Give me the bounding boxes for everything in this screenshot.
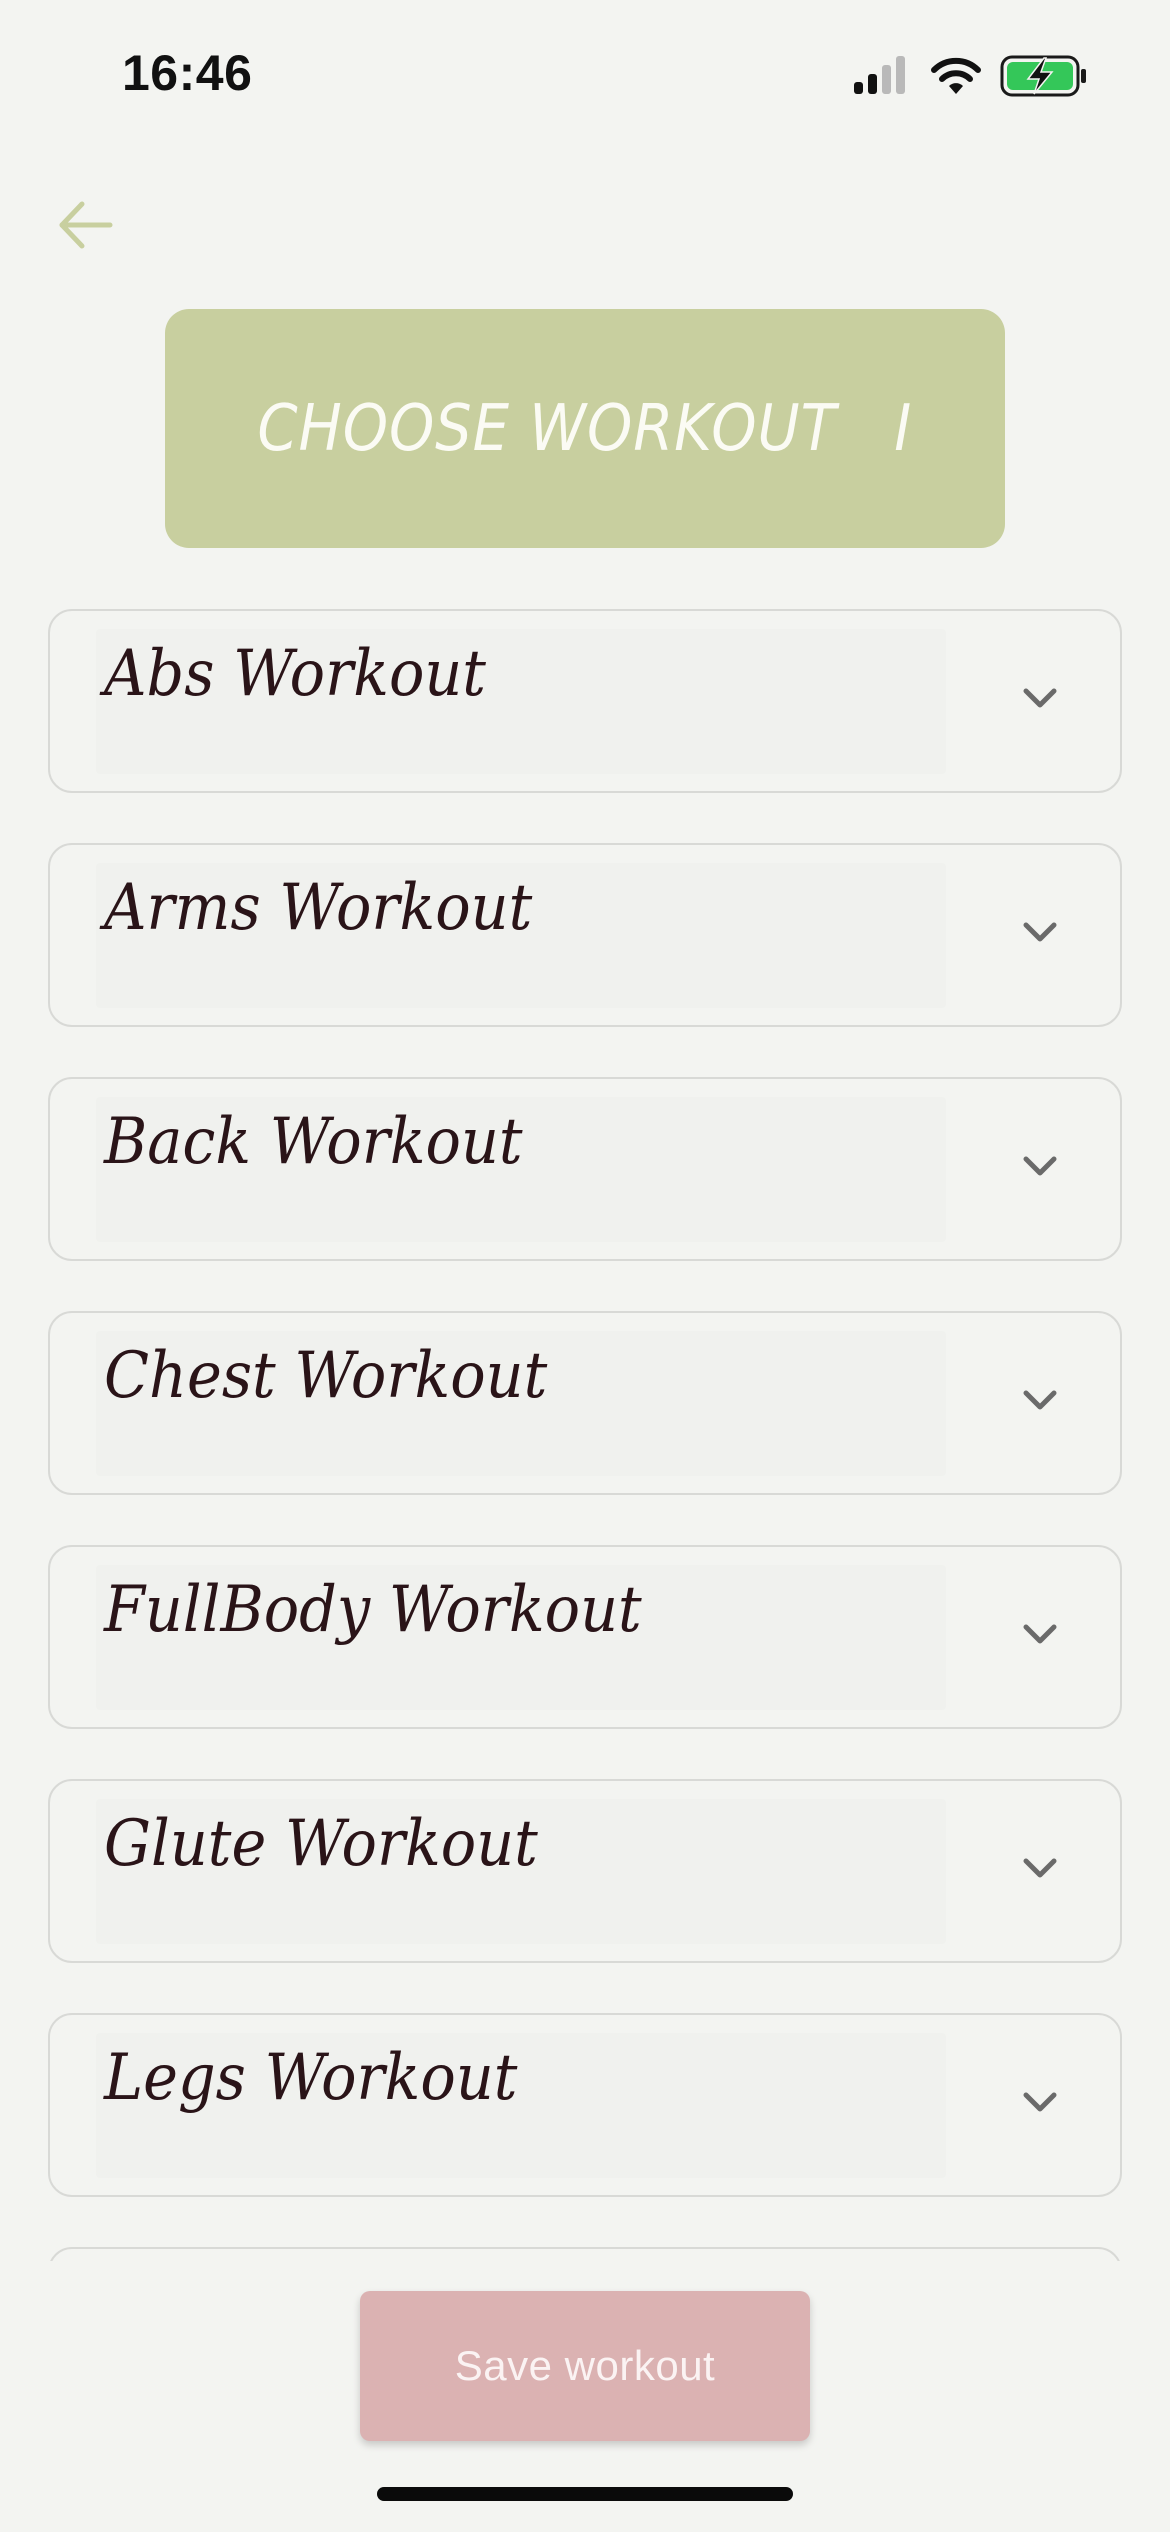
workout-dropdown-next[interactable] [48, 2247, 1122, 2261]
workout-dropdown-glute[interactable]: Glute Workout [48, 1779, 1122, 1963]
arrow-left-icon [59, 201, 113, 249]
workout-dropdown-back[interactable]: Back Workout [48, 1077, 1122, 1261]
status-time: 16:46 [122, 45, 253, 101]
chevron-down-icon [1023, 1390, 1057, 1410]
battery-charging-icon [1000, 55, 1086, 97]
workout-label: Back Workout [104, 1105, 523, 1179]
chevron-down-icon [1023, 1624, 1057, 1644]
chevron-down-icon [1023, 922, 1057, 942]
workout-dropdown-legs[interactable]: Legs Workout [48, 2013, 1122, 2197]
page-title: CHOOSE WORKOUT I [257, 391, 913, 466]
workout-label: Legs Workout [104, 2041, 518, 2115]
status-bar: 16:46 [0, 0, 1170, 150]
workout-list: Abs Workout Arms Workout Back Workout Ch… [48, 609, 1122, 2261]
chevron-down-icon [1023, 2092, 1057, 2112]
back-button[interactable] [50, 190, 120, 260]
workout-dropdown-abs[interactable]: Abs Workout [48, 609, 1122, 793]
workout-dropdown-arms[interactable]: Arms Workout [48, 843, 1122, 1027]
signal-icon [854, 56, 905, 94]
workout-label: Arms Workout [104, 871, 533, 945]
save-workout-button[interactable]: Save workout [360, 2291, 810, 2441]
header-banner: CHOOSE WORKOUT I [165, 309, 1005, 548]
workout-dropdown-fullbody[interactable]: FullBody Workout [48, 1545, 1122, 1729]
home-indicator [377, 2487, 793, 2501]
status-icons [850, 52, 1090, 102]
chevron-down-icon [1023, 688, 1057, 708]
chevron-down-icon [1023, 1156, 1057, 1176]
wifi-icon [931, 57, 981, 94]
workout-label: Glute Workout [104, 1807, 538, 1881]
workout-label: FullBody Workout [104, 1573, 642, 1647]
workout-label: Chest Workout [104, 1339, 548, 1413]
workout-label: Abs Workout [104, 637, 486, 711]
chevron-down-icon [1023, 1858, 1057, 1878]
workout-dropdown-chest[interactable]: Chest Workout [48, 1311, 1122, 1495]
